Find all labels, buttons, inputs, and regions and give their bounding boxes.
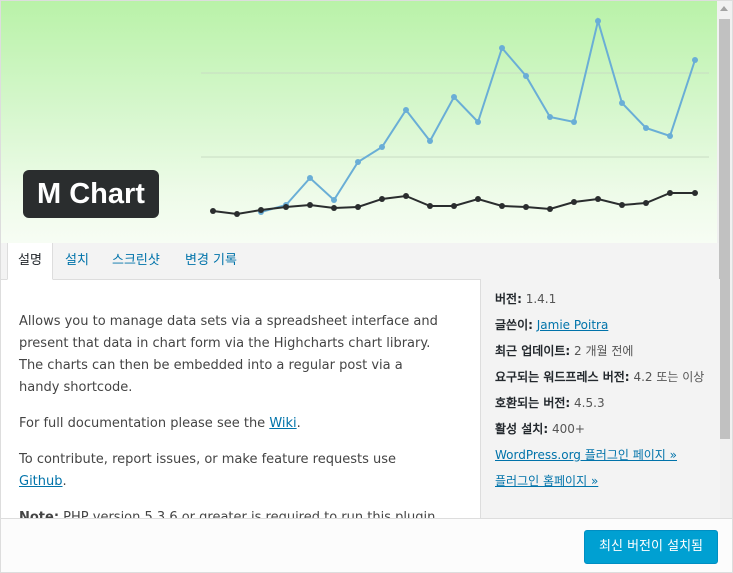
meta-value: 4.2 또는 이상 [633, 370, 705, 384]
plugin-details-modal: M Chart 설명 설치 스크린샷 변경 기록 Allows you to m… [0, 0, 733, 573]
description-paragraph: Allows you to manage data sets via a spr… [19, 314, 438, 395]
plugin-title: M Chart [23, 170, 159, 218]
meta-value: 400+ [551, 422, 585, 436]
meta-active-installs: 활성 설치: 400+ [495, 421, 720, 438]
modal-footer: 최신 버전이 설치됨 [1, 518, 732, 572]
description-paragraph: To contribute, report issues, or make fe… [19, 449, 444, 493]
meta-author: 글쓴이: Jamie Poitra [495, 317, 720, 334]
latest-installed-button[interactable]: 최신 버전이 설치됨 [584, 530, 718, 564]
wiki-link[interactable]: Wiki [269, 416, 296, 431]
meta-label: 활성 설치: [495, 422, 549, 436]
meta-label: 글쓴이: [495, 318, 533, 332]
description-paragraph: For full documentation please see the Wi… [19, 413, 444, 435]
plugin-tabs: 설명 설치 스크린샷 변경 기록 [1, 243, 719, 280]
wporg-page-link[interactable]: WordPress.org 플러그인 페이지 » [495, 448, 677, 462]
scroll-up-arrow-icon[interactable] [720, 6, 728, 11]
meta-last-updated: 최근 업데이트: 2 개월 전에 [495, 343, 720, 360]
description-text: For full documentation please see the [19, 416, 270, 431]
banner-blue-points [258, 18, 698, 215]
description-text: . [296, 416, 301, 431]
meta-value: 1.4.1 [525, 292, 557, 306]
github-link[interactable]: Github [19, 474, 63, 489]
description-text: To contribute, report issues, or make fe… [19, 452, 396, 467]
tab-installation[interactable]: 설치 [55, 243, 99, 279]
meta-homepage: 플러그인 홈페이지 » [495, 473, 720, 490]
meta-value: 4.5.3 [574, 396, 605, 410]
meta-label: 호환되는 버전: [495, 396, 571, 410]
plugin-meta-sidebar: 버전: 1.4.1 글쓴이: Jamie Poitra 최근 업데이트: 2 개… [480, 279, 720, 518]
plugin-homepage-link[interactable]: 플러그인 홈페이지 » [495, 474, 598, 488]
meta-wporg: WordPress.org 플러그인 페이지 » [495, 447, 720, 464]
author-link[interactable]: Jamie Poitra [537, 318, 609, 332]
description-text: . [62, 474, 67, 489]
meta-label: 버전: [495, 292, 522, 306]
tab-screenshots[interactable]: 스크린샷 [102, 243, 170, 279]
banner-blue-series [260, 17, 696, 213]
tab-description[interactable]: 설명 [7, 243, 53, 280]
tab-changelog[interactable]: 변경 기록 [175, 243, 247, 279]
meta-label: 최근 업데이트: [495, 344, 571, 358]
meta-label: 요구되는 워드프레스 버전: [495, 370, 630, 384]
meta-version: 버전: 1.4.1 [495, 291, 720, 308]
meta-value: 2 개월 전에 [574, 344, 634, 358]
plugin-banner: M Chart [1, 1, 719, 243]
meta-requires: 요구되는 워드프레스 버전: 4.2 또는 이상 [495, 369, 720, 386]
banner-dark-points [210, 190, 698, 217]
plugin-description: Allows you to manage data sets via a spr… [19, 311, 444, 543]
scrollbar-thumb[interactable] [719, 19, 730, 439]
meta-compatible: 호환되는 버전: 4.5.3 [495, 395, 720, 412]
